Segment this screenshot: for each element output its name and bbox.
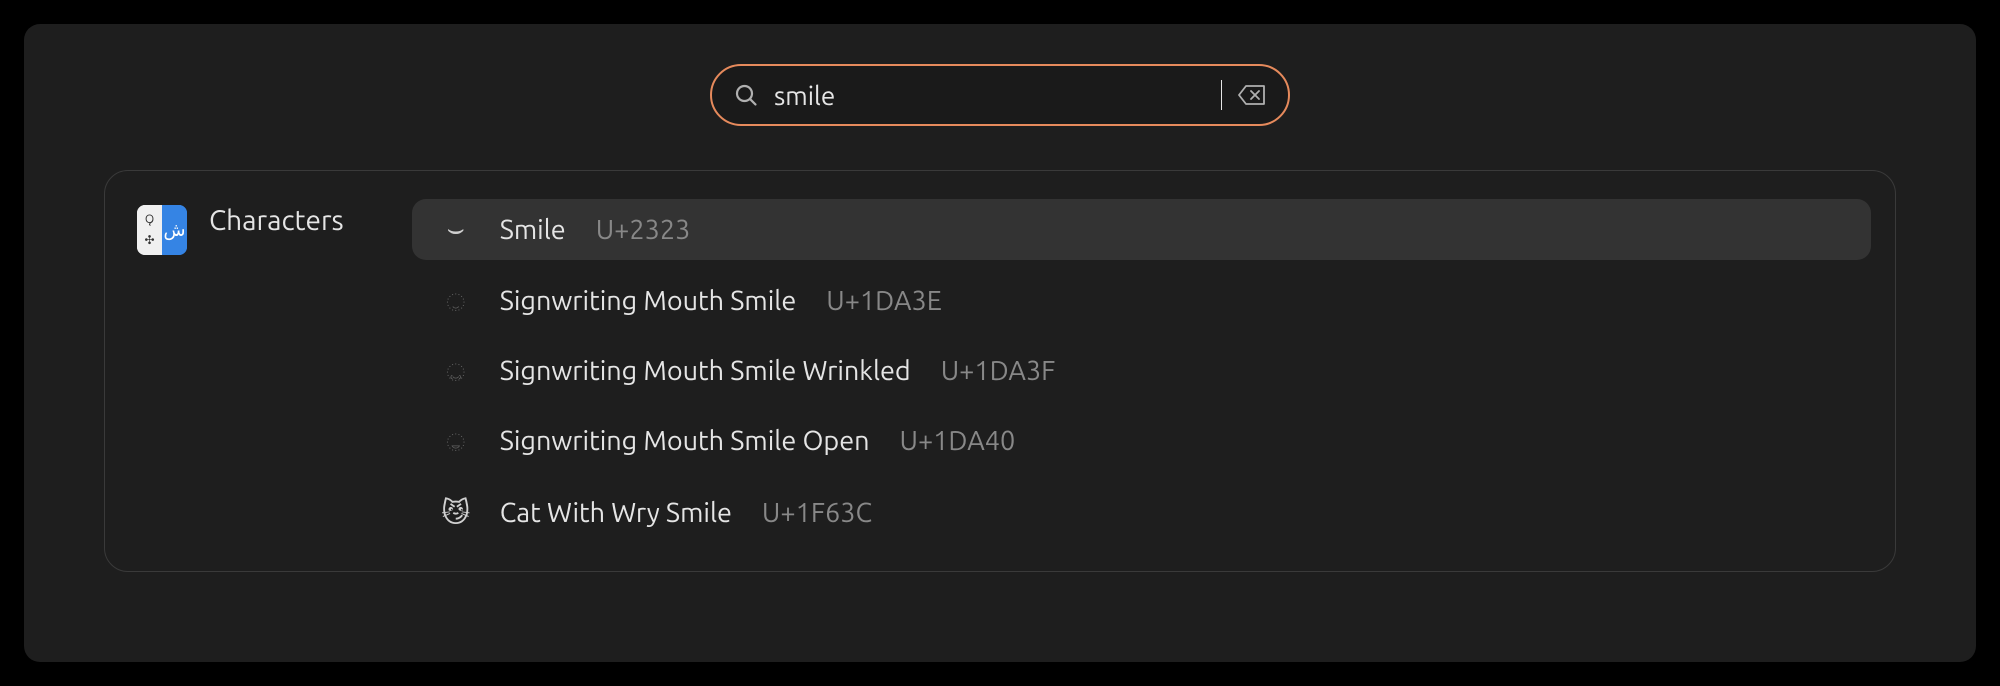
result-code: U+2323: [596, 215, 691, 245]
search-input-wrap[interactable]: smile: [774, 80, 1222, 110]
search-icon: [734, 83, 758, 107]
result-row[interactable]: 𝨾 Signwriting Mouth Smile U+1DA3E: [412, 272, 1871, 330]
result-row[interactable]: 𝩀 Signwriting Mouth Smile Open U+1DA40: [412, 412, 1871, 470]
result-glyph: 𝩀: [436, 429, 476, 454]
activities-overview-window: smile Ǫ ✣ ش Characters ⌣SmileU+2323𝨾S: [24, 24, 1976, 662]
search-input[interactable]: smile: [774, 81, 1221, 110]
results-list: ⌣ Smile U+2323𝨾 Signwriting Mouth Smile U+1D…: [412, 199, 1871, 543]
result-name: Signwriting Mouth Smile Wrinkled: [500, 356, 911, 386]
results-panel: Ǫ ✣ ش Characters ⌣ Smile U+2323𝨾 Signwritin…: [104, 170, 1896, 572]
result-row[interactable]: ⌣ Smile U+2323: [412, 199, 1871, 260]
text-cursor: [1221, 80, 1222, 110]
backspace-icon[interactable]: [1238, 84, 1266, 106]
category-label: Characters: [209, 205, 344, 236]
search-box[interactable]: smile: [710, 64, 1290, 126]
result-glyph: 𝨾: [436, 289, 476, 314]
characters-app-icon: Ǫ ✣ ش: [137, 205, 187, 255]
result-glyph: ⌣: [436, 213, 476, 246]
result-code: U+1DA3F: [941, 356, 1056, 386]
result-row[interactable]: 𝨿 Signwriting Mouth Smile Wrinkled U+1DA3F: [412, 342, 1871, 400]
result-name: Cat With Wry Smile: [500, 498, 732, 528]
result-name: Smile: [500, 215, 566, 245]
result-name: Signwriting Mouth Smile Open: [500, 426, 870, 456]
result-code: U+1DA3E: [826, 286, 942, 316]
category-characters[interactable]: Ǫ ✣ ش Characters: [137, 199, 344, 543]
search-container: smile: [24, 64, 1976, 126]
result-name: Signwriting Mouth Smile: [500, 286, 797, 316]
result-row[interactable]: 😼 Cat With Wry Smile U+1F63C: [412, 482, 1871, 543]
result-glyph: 😼: [436, 496, 476, 529]
result-code: U+1DA40: [900, 426, 1016, 456]
result-code: U+1F63C: [762, 498, 872, 528]
result-glyph: 𝨿: [436, 359, 476, 384]
